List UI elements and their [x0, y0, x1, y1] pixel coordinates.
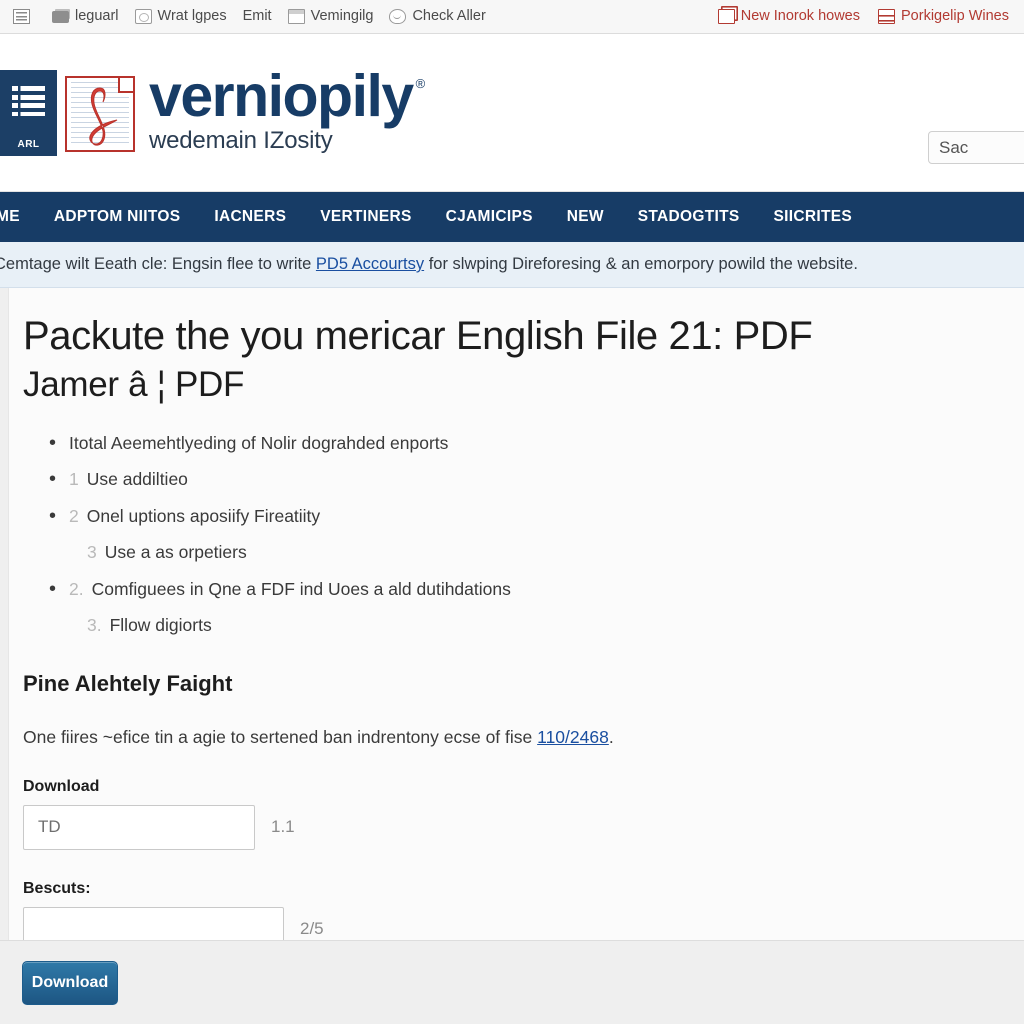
toolbar-item-new-inorok-howes[interactable]: New Inorok howes [711, 6, 867, 27]
feature-list: Itotal Aeemehtlyeding of Nolir dograhded… [23, 432, 1024, 635]
toolbar-item-porkigelip-wines[interactable]: Porkigelip Wines [871, 6, 1016, 27]
brand-mark-tag: ARL [17, 139, 40, 150]
toolbar-label-porkigelip-wines: Porkigelip Wines [901, 8, 1009, 25]
download-input[interactable]: TD [23, 804, 255, 850]
search-input-value: Sac [939, 137, 969, 157]
toolbar-item-emit[interactable]: Emit [236, 6, 279, 27]
registered-mark: ® [415, 76, 426, 91]
cabinet-icon [878, 9, 895, 24]
toolbar-right-group: New Inorok howes Porkigelip Wines [711, 6, 1018, 27]
list-item-text: Onel uptions aposiify Fireatiity [86, 505, 321, 526]
toolbar-label-new-inorok-howes: New Inorok howes [740, 8, 860, 25]
notice-link[interactable]: PD5 Accourtsy [316, 255, 424, 273]
download-input-value: TD [38, 817, 61, 837]
list-item: 3. Fllow digiorts [23, 617, 1024, 635]
toolbar-item-check-aller[interactable]: Check Aller [382, 6, 492, 27]
face-icon [389, 9, 407, 24]
box-icon [134, 9, 152, 24]
list-item-number: 2. [69, 578, 84, 599]
main-content: Packute the you mericar English File 21:… [8, 288, 1024, 940]
download-button[interactable]: Download [22, 961, 118, 1005]
nav-item-siicrites[interactable]: SIICRITES [757, 192, 870, 242]
page-title: Packute the you mericar English File 21:… [23, 314, 813, 358]
list-item: 2. Comfiguees in Qne a FDF ind Uoes a ald… [23, 578, 1024, 599]
brand-mark-icon: ARL [0, 70, 57, 156]
download-counter: 1.1 [271, 817, 295, 837]
nav-item-cjamicips[interactable]: CJAMICIPS [429, 192, 550, 242]
list-item-text: Use a as orpetiers [104, 542, 247, 563]
nav-item-vertiners[interactable]: VERTINERS [303, 192, 428, 242]
list-item-number: 2 [69, 505, 79, 526]
section-paragraph: One fiires ~efice tin a agie to sertened… [23, 727, 1024, 748]
paragraph-link[interactable]: 110/2468 [537, 727, 609, 747]
page-root: leguarl Wrat lgpes Emit Vemingilg Check … [0, 0, 1024, 1024]
copy-icon [717, 9, 735, 24]
field-row-bescuts: 2/5 [23, 906, 1024, 940]
list-item-number: 3. [87, 615, 102, 636]
nav-item-me[interactable]: ME [0, 192, 37, 242]
search-input[interactable]: Sac [928, 131, 1024, 164]
list-item: Itotal Aeemehtlyeding of Nolir dograhded… [23, 432, 1024, 453]
notice-text: Cemtage wilt Eeath cle: Engsin flee to w… [0, 255, 858, 274]
toolbar-item-grid[interactable] [6, 6, 43, 27]
notice-text-before: Cemtage wilt Eeath cle: Engsin flee to w… [0, 255, 316, 273]
app-toolbar: leguarl Wrat lgpes Emit Vemingilg Check … [0, 0, 1024, 34]
field-group-bescuts: Bescuts: 2/5 [23, 880, 1024, 940]
brand-mark-lines [11, 86, 45, 116]
paragraph-text-after: . [608, 726, 614, 747]
toolbar-item-leguarl[interactable]: leguarl [45, 6, 126, 27]
list-item: 2 Onel uptions aposiify Fireatiity [23, 505, 1024, 526]
list-item-text: Comfiguees in Qne a FDF ind Uoes a ald d… [91, 578, 511, 599]
list-item-text: Fllow digiorts [109, 615, 212, 636]
nav-item-iacners[interactable]: IACNERS [197, 192, 303, 242]
toolbar-left-group: leguarl Wrat lgpes Emit Vemingilg Check … [6, 6, 493, 27]
toolbar-item-wrat-lgpes[interactable]: Wrat lgpes [128, 6, 234, 27]
section-heading: Pine Alehtely Faight [23, 670, 233, 696]
grid-icon [13, 9, 30, 24]
notice-text-after: for slwping Direforesing & an emorpory p… [424, 255, 858, 273]
toolbar-label-check-aller: Check Aller [412, 8, 486, 25]
field-label-download: Download [23, 777, 100, 795]
toolbar-item-vemingilg[interactable]: Vemingilg [281, 6, 381, 27]
brand-title-text: verniopily [149, 63, 414, 129]
nav-item-new[interactable]: NEW [550, 192, 621, 242]
page-footer: Download [0, 940, 1024, 1024]
toolbar-label-wrat-lgpes: Wrat lgpes [157, 8, 227, 25]
nav-item-adptom-niitos[interactable]: ADPTOM NIITOS [37, 192, 197, 242]
toolbar-label-emit: Emit [242, 8, 272, 25]
bescuts-input[interactable] [23, 906, 284, 940]
field-row-download: TD 1.1 [23, 804, 1024, 850]
list-item: 1 Use addiltieo [23, 469, 1024, 490]
toolbar-label-vemingilg: Vemingilg [310, 8, 374, 25]
primary-navigation: ME ADPTOM NIITOS IACNERS VERTINERS CJAMI… [0, 192, 1024, 242]
list-item-number: 1 [69, 469, 79, 490]
paragraph-text-before: One fiires ~efice tin a agie to sertened… [23, 726, 538, 747]
list-item-text: Use addiltieo [86, 469, 188, 490]
field-group-download: Download TD 1.1 [23, 778, 1024, 850]
acrobat-ribbon-icon [89, 87, 118, 146]
notice-banner: Cemtage wilt Eeath cle: Engsin flee to w… [0, 242, 1024, 288]
toolbar-label-leguarl: leguarl [75, 8, 119, 25]
nav-item-stadogtits[interactable]: STADOGTITS [621, 192, 757, 242]
site-header: ARL verniopily ® wedemain IZosity Sac [0, 34, 1024, 192]
field-label-bescuts: Bescuts: [23, 879, 91, 897]
list-item-text: Itotal Aeemehtlyeding of Nolir dograhded… [69, 432, 449, 453]
pdf-document-icon [65, 76, 135, 152]
brand-title: verniopily ® [149, 67, 425, 126]
page-subtitle: Jamer â ¦ PDF [23, 364, 245, 404]
list-item: 3 Use a as orpetiers [23, 544, 1024, 562]
site-brand[interactable]: ARL verniopily ® wedemain IZosity [0, 67, 425, 156]
brand-wordmark: verniopily ® wedemain IZosity [149, 67, 425, 155]
stack-icon [52, 11, 69, 23]
window-icon [287, 9, 305, 24]
list-item-number: 3 [87, 542, 97, 563]
bescuts-counter: 2/5 [300, 919, 324, 939]
brand-subtitle: wedemain IZosity [149, 126, 333, 154]
